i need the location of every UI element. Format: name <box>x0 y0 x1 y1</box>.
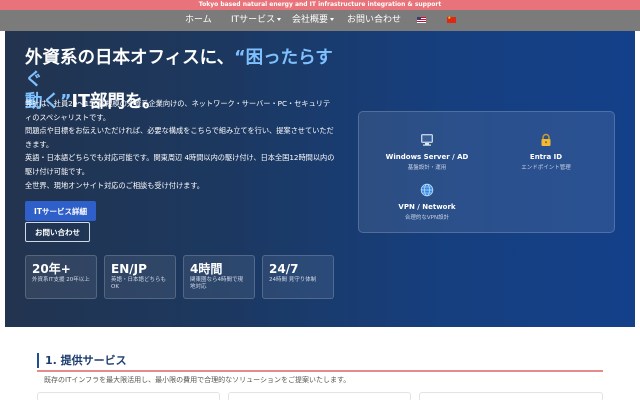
lock-icon <box>541 133 551 146</box>
stat-card: EN/JP 英語・日本語どちらもOK <box>104 255 176 299</box>
hero-desc-line: 全世界、現地オンサイト対応のご相談も受け付けます。 <box>25 180 204 190</box>
us-flag-icon[interactable] <box>417 17 426 23</box>
section-title-text: 1. 提供サービス <box>45 354 127 367</box>
nav-company-label: 会社概要 <box>292 15 329 25</box>
nav-contact[interactable]: お問い合わせ <box>347 10 401 31</box>
globe-icon <box>420 183 434 197</box>
service-sub: 基盤設計・運用 <box>407 165 447 171</box>
stat-value: 4時間 <box>190 262 223 276</box>
service-name: VPN / Network <box>398 203 456 211</box>
it-services-detail-button[interactable]: ITサービス詳細 <box>25 201 96 221</box>
service-card[interactable] <box>228 392 411 400</box>
cn-flag-icon[interactable] <box>447 15 456 23</box>
stat-card: 4時間 関東圏なら4時間で現地対応 <box>183 255 255 299</box>
contact-button[interactable]: お問い合わせ <box>25 222 90 242</box>
service-vpn-network: VPN / Network 合理的なVPN設計 <box>367 182 487 221</box>
section-title: 1. 提供サービス <box>37 352 603 372</box>
hero-description: 弊社は、社員20〜150名規模の外資系企業向けの、ネットワーク・サーバー・PC・… <box>25 97 335 192</box>
stat-value: 24/7 <box>269 262 299 276</box>
service-name: Windows Server / AD <box>385 153 469 161</box>
stat-value: 20年+ <box>32 262 71 276</box>
hero-desc-line: 英語・日本語どちらでも対応可能です。関東周辺 4時間以内の駆け付け、日本全国12… <box>25 153 335 176</box>
topbar-tagline: Tokyo based natural energy and IT infras… <box>0 0 640 10</box>
chevron-down-icon <box>277 18 282 21</box>
hero-desc-line: 問題点や目標をお伝えいただければ、必要な構成をこちらで組み立てを行い、提案させて… <box>25 126 334 149</box>
stat-desc: 関東圏なら4時間で現地対応 <box>190 277 243 290</box>
service-name: Entra ID <box>529 153 563 161</box>
service-card[interactable] <box>419 392 603 400</box>
stat-card: 24/7 24時間 見守り体制 <box>262 255 334 299</box>
nav-home[interactable]: ホーム <box>185 10 212 31</box>
stat-desc: 24時間 見守り体制 <box>269 277 317 283</box>
service-entra-id: Entra ID エンドポイント管理 <box>486 132 606 171</box>
server-icon <box>421 134 433 146</box>
services-panel: Windows Server / AD 基盤設計・運用 Entra ID エンド… <box>358 111 615 233</box>
service-sub: エンドポイント管理 <box>521 165 571 171</box>
nav-it-services[interactable]: ITサービス <box>231 10 282 31</box>
section-accent-bar <box>37 353 39 368</box>
stat-desc: 外資系IT支援 20年以上 <box>32 277 90 283</box>
chevron-down-icon <box>330 18 335 21</box>
stat-value: EN/JP <box>111 262 147 276</box>
nav-it-services-label: ITサービス <box>231 15 276 25</box>
nav-company[interactable]: 会社概要 <box>292 10 335 31</box>
main-nav: ホーム ITサービス 会社概要 お問い合わせ <box>0 10 640 31</box>
hero-title-line1: 外資系の日本オフィスに、 <box>25 48 235 68</box>
stat-desc: 英語・日本語どちらもOK <box>111 277 167 290</box>
section-subtitle: 既存のITインフラを最大限活用し、最小限の費用で合理的なソリューションをご提案い… <box>44 376 351 384</box>
service-card[interactable] <box>37 392 220 400</box>
service-windows-server: Windows Server / AD 基盤設計・運用 <box>367 132 487 171</box>
stat-card: 20年+ 外資系IT支援 20年以上 <box>25 255 97 299</box>
service-sub: 合理的なVPN設計 <box>404 215 450 221</box>
hero-desc-line: 弊社は、社員20〜150名規模の外資系企業向けの、ネットワーク・サーバー・PC・… <box>25 99 331 122</box>
